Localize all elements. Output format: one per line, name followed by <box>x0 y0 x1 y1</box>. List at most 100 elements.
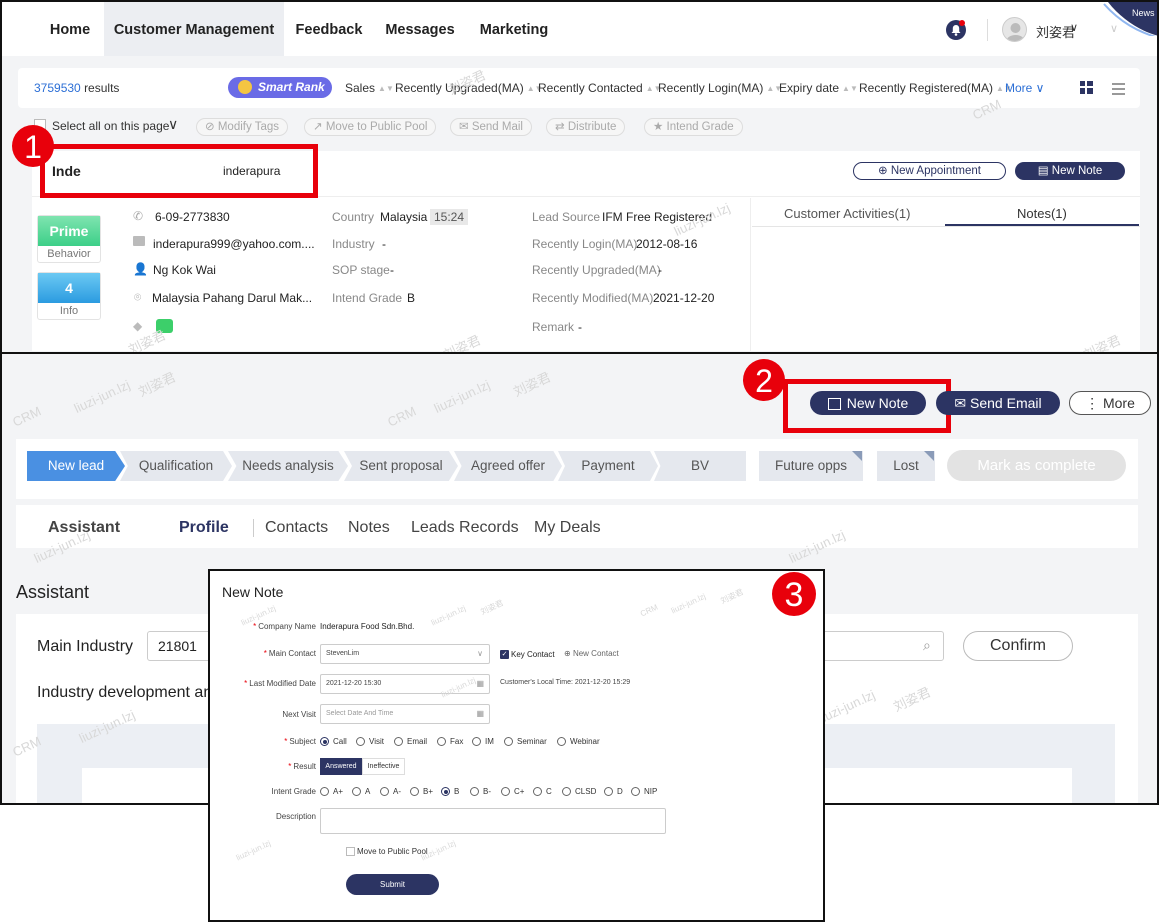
grade-c-radio[interactable]: C <box>533 787 552 796</box>
watermark: liuzi-jun.lzj <box>71 377 133 416</box>
subtab-assistant[interactable]: Assistant <box>48 519 120 537</box>
lead-source-label: Lead Source <box>532 210 601 224</box>
subject-webinar-radio[interactable]: Webinar <box>557 737 600 746</box>
nav-tab-messages[interactable]: Messages <box>374 2 466 56</box>
card-view-icon[interactable] <box>1080 81 1093 94</box>
grade-b-radio[interactable]: B <box>441 787 459 796</box>
nav-tab-home[interactable]: Home <box>36 2 104 56</box>
industry-search-input[interactable]: ⌕ <box>822 631 944 661</box>
subject-call-radio[interactable]: Call <box>320 737 347 746</box>
prime-behavior-tile[interactable]: Prime Behavior <box>37 215 101 263</box>
results-label: results <box>84 81 120 95</box>
sort-label: Recently Upgraded(MA) <box>395 81 524 95</box>
calendar-icon[interactable]: ▦ <box>476 705 484 723</box>
step-badge-2: 2 <box>743 359 785 401</box>
subject-seminar-radio[interactable]: Seminar <box>504 737 547 746</box>
location-icon: ⌾ <box>134 290 142 304</box>
grade-d-radio[interactable]: D <box>604 787 623 796</box>
new-appointment-button[interactable]: ⊕ New Appointment <box>853 162 1006 180</box>
stage-bv[interactable]: BV <box>654 451 746 481</box>
grade-c-plus-radio[interactable]: C+ <box>501 787 524 796</box>
watermark: CRM <box>385 403 419 430</box>
intend-grade-button[interactable]: ★ Intend Grade <box>644 118 743 136</box>
chevron-down-icon[interactable]: ∨ <box>1070 21 1078 34</box>
grade-b-plus-radio[interactable]: B+ <box>410 787 433 796</box>
info-tile[interactable]: 4 Info <box>37 272 101 320</box>
local-time-badge: 15:24 <box>430 209 468 225</box>
subtab-profile[interactable]: Profile <box>179 519 229 537</box>
stage-needs-analysis[interactable]: Needs analysis <box>228 451 348 481</box>
key-contact-checkbox[interactable]: ✓ <box>500 650 509 659</box>
last-modified-input[interactable]: 2021-12-20 15:30 ▦ <box>320 674 490 694</box>
customer-contact-name[interactable]: Ng Kok Wai <box>153 263 216 277</box>
calendar-icon[interactable]: ▦ <box>476 675 484 693</box>
select-all-label[interactable]: Select all on this page <box>52 119 169 133</box>
sort-recently-registered[interactable]: Recently Registered(MA) ▲▼ <box>859 81 1012 95</box>
subtab-my-deals[interactable]: My Deals <box>534 519 601 537</box>
chat-app-icon[interactable] <box>156 319 173 333</box>
main-contact-select[interactable]: StevenLim ∨ <box>320 644 490 664</box>
stage-agreed-offer[interactable]: Agreed offer <box>454 451 562 481</box>
grade-nip-radio[interactable]: NIP <box>631 787 657 796</box>
smart-rank-button[interactable]: Smart Rank <box>228 77 332 98</box>
more-sort-button[interactable]: More ∨ <box>1005 81 1044 95</box>
move-pool-label[interactable]: Move to Public Pool <box>357 847 428 856</box>
nav-tab-marketing[interactable]: Marketing <box>466 2 562 56</box>
result-answered-button[interactable]: Answered <box>320 758 362 775</box>
send-mail-button[interactable]: ✉ Send Mail <box>450 118 532 136</box>
stage-sent-proposal[interactable]: Sent proposal <box>344 451 458 481</box>
stage-payment[interactable]: Payment <box>558 451 658 481</box>
new-note-button-list[interactable]: ▤ New Note <box>1015 162 1125 180</box>
smart-rank-label: Smart Rank <box>258 80 325 94</box>
confirm-button[interactable]: Confirm <box>963 631 1073 661</box>
sort-recently-contacted[interactable]: Recently Contacted ▲▼ <box>538 81 662 95</box>
mark-complete-button[interactable]: Mark as complete <box>947 450 1126 481</box>
grade-a-minus-radio[interactable]: A- <box>380 787 401 796</box>
sort-sales[interactable]: Sales ▲▼ <box>345 81 394 95</box>
search-icon[interactable]: ⌕ <box>923 637 931 654</box>
list-view-icon[interactable] <box>1112 82 1125 95</box>
result-ineffective-button[interactable]: Ineffective <box>362 758 405 775</box>
next-visit-label: Next Visit <box>282 710 316 719</box>
avatar[interactable] <box>1002 17 1027 42</box>
new-contact-button[interactable]: ⊕ New Contact <box>564 649 619 658</box>
nav-tab-customer-management[interactable]: Customer Management <box>104 2 284 56</box>
stage-new-lead[interactable]: New lead <box>27 451 125 481</box>
chevron-down-icon[interactable]: ∨ <box>168 116 178 133</box>
subtab-contacts[interactable]: Contacts <box>265 519 328 537</box>
sort-expiry-date[interactable]: Expiry date ▲▼ <box>779 81 858 95</box>
stage-future-opps[interactable]: Future opps <box>759 451 863 481</box>
key-contact-label[interactable]: Key Contact <box>511 650 555 659</box>
more-button[interactable]: ⋮ More <box>1069 391 1151 415</box>
stage-qualification[interactable]: Qualification <box>120 451 232 481</box>
bell-icon[interactable] <box>946 20 966 40</box>
tab-notes[interactable]: Notes(1) <box>1017 206 1067 221</box>
modify-tags-button[interactable]: ⊘ Modify Tags <box>196 118 288 136</box>
nav-tab-feedback[interactable]: Feedback <box>284 2 374 56</box>
move-public-pool-button[interactable]: ↗ Move to Public Pool <box>304 118 437 136</box>
country-label: Country <box>332 210 375 224</box>
subtab-leads-records[interactable]: Leads Records <box>411 519 519 537</box>
send-email-button[interactable]: ✉ Send Email <box>936 391 1060 415</box>
subject-im-radio[interactable]: IM <box>472 737 494 746</box>
move-pool-checkbox[interactable] <box>346 847 355 856</box>
subject-visit-radio[interactable]: Visit <box>356 737 384 746</box>
customer-email[interactable]: inderapura999@yahoo.com.... <box>153 237 315 251</box>
grade-a-plus-radio[interactable]: A+ <box>320 787 343 796</box>
customer-phone[interactable]: 6-09-2773830 <box>155 210 230 224</box>
action-label: Modify Tags <box>217 121 279 133</box>
description-textarea[interactable] <box>320 808 666 834</box>
tab-customer-activities[interactable]: Customer Activities(1) <box>784 206 910 221</box>
grade-a-radio[interactable]: A <box>352 787 370 796</box>
distribute-button[interactable]: ⇄ Distribute <box>546 118 626 136</box>
sort-recently-login[interactable]: Recently Login(MA) ▲▼ <box>658 81 782 95</box>
subject-email-radio[interactable]: Email <box>394 737 427 746</box>
grade-b-minus-radio[interactable]: B- <box>470 787 491 796</box>
subject-fax-radio[interactable]: Fax <box>437 737 463 746</box>
next-visit-input[interactable]: Select Date And Time ▦ <box>320 704 490 724</box>
grade-clsd-radio[interactable]: CLSD <box>562 787 596 796</box>
corner-flag-icon <box>924 451 934 461</box>
subtab-notes[interactable]: Notes <box>348 519 390 537</box>
sort-recently-upgraded[interactable]: Recently Upgraded(MA) ▲▼ <box>395 81 543 95</box>
submit-button[interactable]: Submit <box>346 874 439 895</box>
